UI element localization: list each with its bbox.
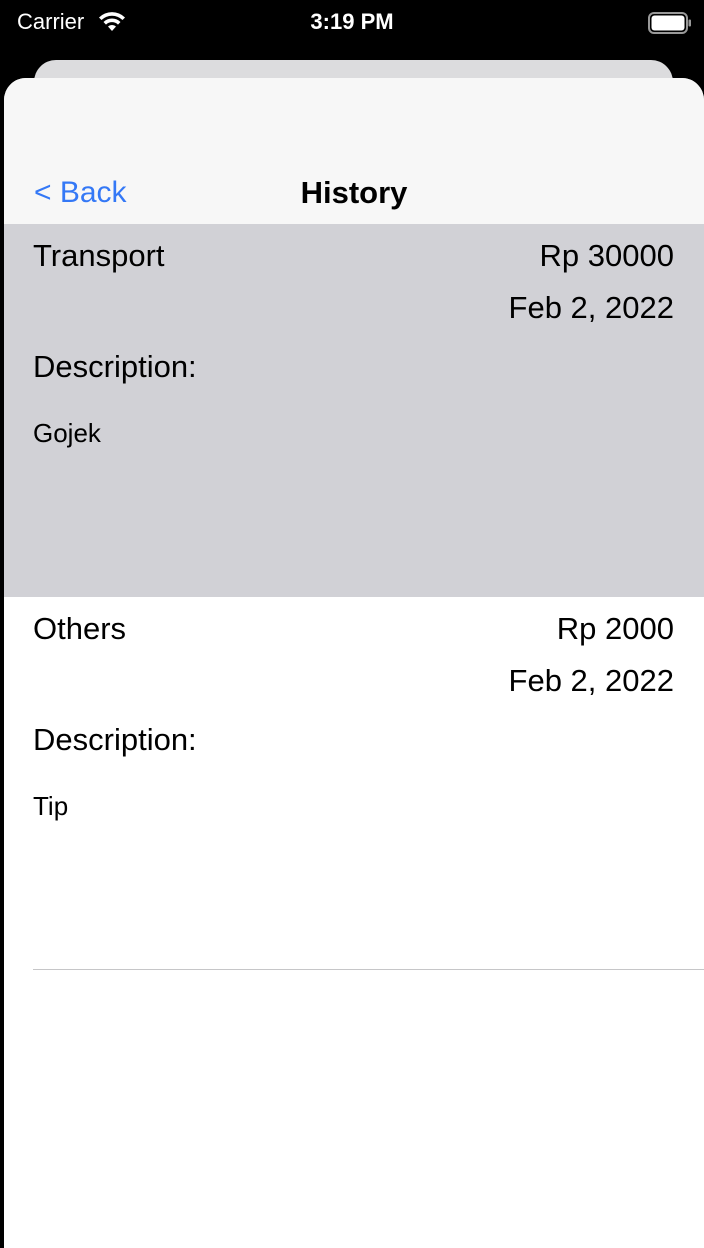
battery-icon [648, 12, 691, 34]
description-label: Description: [33, 349, 197, 384]
status-time: 3:19 PM [310, 9, 394, 34]
description-value: Gojek [33, 418, 101, 448]
transaction-amount: Rp 30000 [539, 238, 674, 273]
description-label: Description: [33, 722, 197, 757]
row-separator [33, 969, 704, 970]
navigation-bar: < Back History [4, 78, 704, 224]
page-title: History [300, 175, 408, 210]
transaction-amount: Rp 2000 [556, 611, 674, 646]
transaction-row[interactable]: Others Rp 2000 Feb 2, 2022 Description: … [4, 597, 704, 970]
transaction-category: Transport [33, 238, 165, 273]
status-bar: Carrier 3:19 PM [0, 0, 704, 46]
screen: Carrier 3:19 PM < Back History Transport… [0, 0, 704, 1248]
transaction-date: Feb 2, 2022 [508, 290, 674, 325]
transaction-category: Others [33, 611, 127, 646]
transaction-row[interactable]: Transport Rp 30000 Feb 2, 2022 Descripti… [4, 224, 704, 597]
description-value: Tip [33, 791, 69, 821]
transaction-date: Feb 2, 2022 [508, 663, 674, 698]
transaction-list: Transport Rp 30000 Feb 2, 2022 Descripti… [4, 224, 704, 970]
history-sheet: < Back History Transport Rp 30000 Feb 2,… [4, 78, 704, 1248]
